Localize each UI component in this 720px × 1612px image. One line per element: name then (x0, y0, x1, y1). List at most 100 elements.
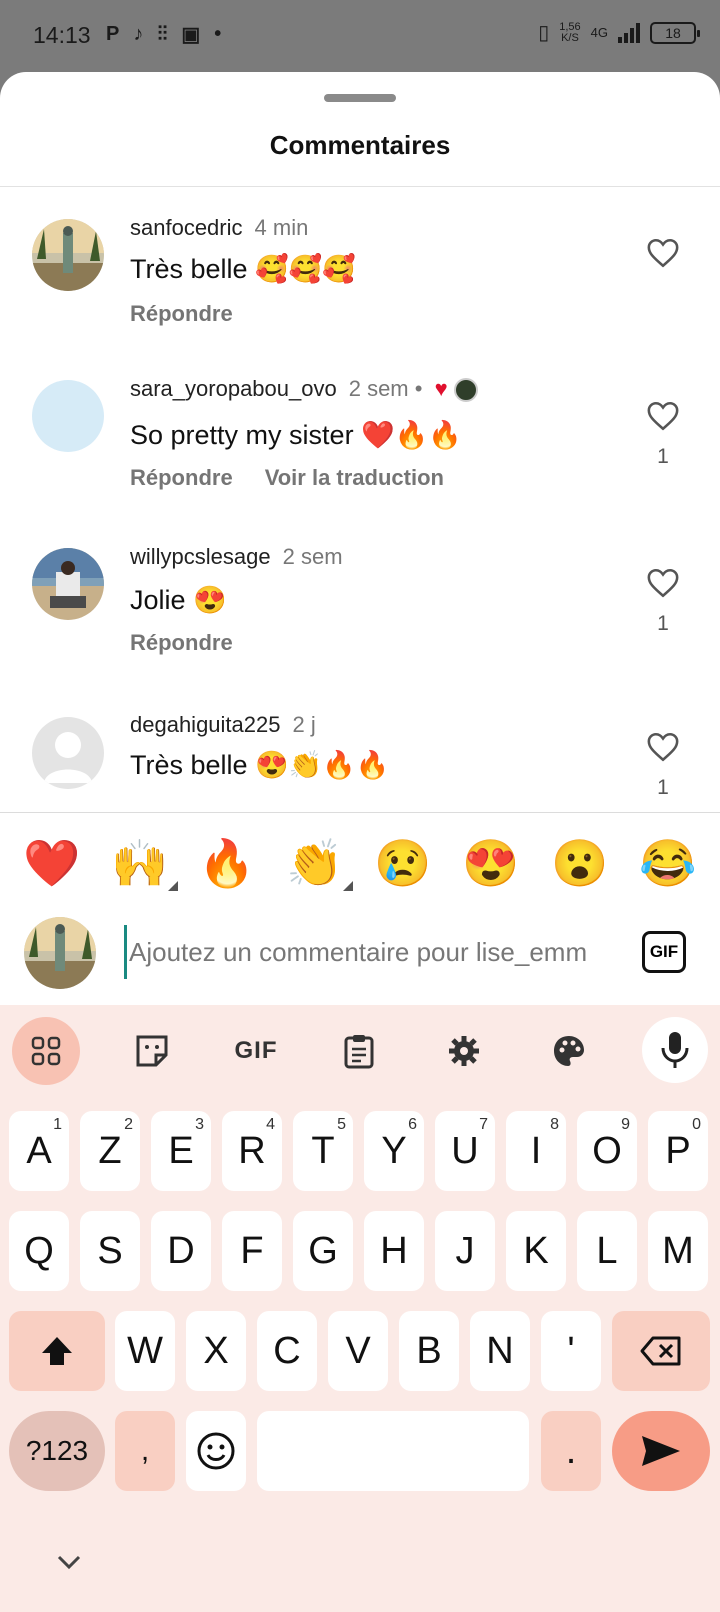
notification-icons: P ♪ ⫶⫶ ▣ • (106, 22, 221, 47)
reply-button[interactable]: Répondre (130, 630, 233, 656)
status-bar: 14:13 P ♪ ⫶⫶ ▣ • ▯ 1,56 K/S 4G 18 (0, 0, 720, 72)
reaction-clap[interactable]: 👏 (285, 835, 353, 891)
comment-time: 2 sem (282, 544, 343, 569)
backspace-key[interactable] (612, 1311, 710, 1391)
comment-text: Très belle 🥰🥰🥰 (130, 254, 356, 284)
reaction-fire[interactable]: 🔥 (197, 835, 257, 891)
reply-button[interactable]: Répondre (130, 301, 233, 327)
comments-list[interactable]: sanfocedric 4 min Très belle 🥰🥰🥰 Répondre… (0, 187, 720, 813)
key-n[interactable]: N (470, 1311, 530, 1391)
key-c[interactable]: C (257, 1311, 317, 1391)
author-avatar (453, 378, 478, 403)
comment-item: willypcslesage 2 sem Jolie 😍 Répondre 1 (0, 527, 720, 697)
key-z[interactable]: Z2 (80, 1111, 140, 1191)
shift-key[interactable] (9, 1311, 105, 1391)
comment-item: degahiguita225 2 j Très belle 😍👏🔥🔥 1 (0, 695, 720, 813)
settings-gear-icon[interactable] (430, 1017, 498, 1085)
comment-composer: GIF (0, 887, 720, 1007)
key-r[interactable]: R4 (222, 1111, 282, 1191)
sheet-drag-handle[interactable] (324, 94, 396, 102)
key-s[interactable]: S (80, 1211, 140, 1291)
keyboard-gif-button[interactable]: GIF (222, 1017, 290, 1085)
comment-actions: Répondre Voir la traduction (130, 465, 444, 491)
key-h[interactable]: H (364, 1211, 424, 1291)
key-o[interactable]: O9 (577, 1111, 637, 1191)
key-b[interactable]: B (399, 1311, 459, 1391)
see-translation-button[interactable]: Voir la traduction (265, 465, 444, 491)
avatar[interactable] (32, 380, 104, 452)
theme-palette-icon[interactable] (535, 1017, 603, 1085)
soft-keyboard: GIF A1 Z2 E3 R4 T5 Y6 U7 I8 O9 P0 Q S D … (0, 1005, 720, 1612)
network-type: 4G (590, 25, 608, 40)
keyboard-toolbar: GIF (0, 1005, 720, 1097)
key-apostrophe[interactable]: ' (541, 1311, 601, 1391)
smiley-icon (197, 1432, 235, 1470)
key-y[interactable]: Y6 (364, 1111, 424, 1191)
clipboard-icon[interactable] (325, 1017, 393, 1085)
avatar[interactable] (32, 717, 104, 789)
backspace-icon (640, 1336, 681, 1366)
microphone-icon[interactable] (642, 1017, 708, 1083)
reply-button[interactable]: Répondre (130, 465, 233, 491)
key-l[interactable]: L (577, 1211, 637, 1291)
avatar[interactable] (32, 219, 104, 291)
sheet-title: Commentaires (269, 130, 451, 160)
equalizer-icon: ⫶⫶ (157, 23, 168, 45)
send-key[interactable] (612, 1411, 710, 1491)
like-button[interactable]: 1 (644, 567, 682, 636)
comment-input[interactable] (124, 925, 614, 979)
emoji-key[interactable] (186, 1411, 246, 1491)
key-g[interactable]: G (293, 1211, 353, 1291)
key-f[interactable]: F (222, 1211, 282, 1291)
key-q[interactable]: Q (9, 1211, 69, 1291)
key-e[interactable]: E3 (151, 1111, 211, 1191)
reaction-surprised[interactable]: 😮 (550, 835, 610, 891)
author-liked-heart-icon: ♥ (434, 376, 448, 401)
comment-username[interactable]: willypcslesage 2 sem (130, 544, 343, 570)
comment-actions: Répondre (130, 630, 233, 656)
heart-outline-icon (647, 238, 679, 268)
sticker-icon[interactable] (118, 1017, 186, 1085)
system-status: ▯ 1,56 K/S 4G 18 (538, 20, 700, 45)
comma-key[interactable]: , (115, 1411, 175, 1491)
like-button[interactable]: 1 (644, 731, 682, 800)
default-avatar-icon (44, 732, 92, 783)
key-k[interactable]: K (506, 1211, 566, 1291)
space-bar[interactable] (257, 1411, 529, 1491)
network-speed: 1,56 K/S (559, 20, 581, 44)
comment-username[interactable]: sanfocedric 4 min (130, 215, 308, 241)
like-button[interactable]: 1 (644, 400, 682, 469)
comment-item: sara_yoropabou_ovo 2 sem • ♥ So pretty my… (0, 357, 720, 527)
gif-button[interactable]: GIF (642, 931, 686, 973)
hide-keyboard-chevron-icon[interactable] (56, 1549, 82, 1577)
key-w[interactable]: W (115, 1311, 175, 1391)
like-button[interactable] (644, 237, 682, 282)
key-i[interactable]: I8 (506, 1111, 566, 1191)
key-a[interactable]: A1 (9, 1111, 69, 1191)
symbols-key[interactable]: ?123 (9, 1411, 105, 1491)
reaction-raised-hands[interactable]: 🙌 (110, 835, 178, 891)
key-j[interactable]: J (435, 1211, 495, 1291)
key-p[interactable]: P0 (648, 1111, 708, 1191)
key-t[interactable]: T5 (293, 1111, 353, 1191)
key-u[interactable]: U7 (435, 1111, 495, 1191)
reaction-heart[interactable]: ❤️ (22, 835, 82, 891)
key-d[interactable]: D (151, 1211, 211, 1291)
reaction-crying[interactable]: 😢 (373, 835, 433, 891)
status-time: 14:13 (33, 22, 91, 48)
key-v[interactable]: V (328, 1311, 388, 1391)
like-count: 1 (657, 445, 669, 468)
comment-text: So pretty my sister ❤️🔥🔥 (130, 420, 462, 450)
key-m[interactable]: M (648, 1211, 708, 1291)
comment-username[interactable]: degahiguita225 2 j (130, 712, 316, 738)
comment-username[interactable]: sara_yoropabou_ovo 2 sem • ♥ (130, 376, 478, 403)
avatar[interactable] (32, 548, 104, 620)
reaction-heart-eyes[interactable]: 😍 (461, 835, 521, 891)
reaction-laughing[interactable]: 😂 (638, 835, 698, 891)
key-x[interactable]: X (186, 1311, 246, 1391)
apps-grid-icon[interactable] (12, 1017, 80, 1085)
comment-actions: Répondre (130, 301, 233, 327)
send-arrow-icon (642, 1436, 680, 1466)
period-key[interactable]: . (541, 1411, 601, 1491)
heart-outline-icon (647, 732, 679, 762)
